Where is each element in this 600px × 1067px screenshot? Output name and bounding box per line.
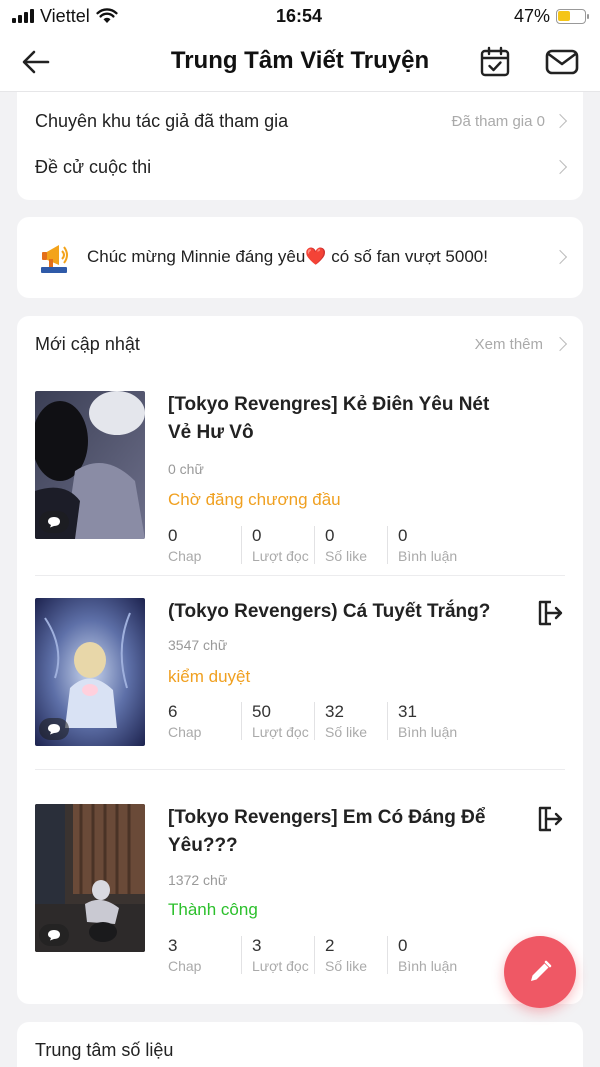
chevron-right-icon bbox=[552, 336, 568, 352]
contest-nomination-row[interactable]: Đề cử cuộc thi bbox=[35, 147, 568, 187]
withdraw-icon bbox=[538, 806, 563, 832]
notice-row: Chúc mừng Minnie đáng yêu❤️ có số fan vư… bbox=[39, 237, 568, 277]
see-more-label: Xem thêm bbox=[474, 335, 543, 353]
stat-likes: 0 Số like bbox=[314, 526, 387, 564]
notice-text: Chúc mừng Minnie đáng yêu❤️ có số fan vư… bbox=[87, 247, 488, 266]
pencil-icon bbox=[531, 960, 552, 981]
comment-bubble-icon bbox=[48, 517, 60, 528]
story-cover[interactable] bbox=[35, 391, 145, 539]
comment-badge bbox=[39, 511, 69, 533]
withdraw-button[interactable] bbox=[535, 598, 565, 628]
contest-nomination-label: Đề cử cuộc thi bbox=[35, 156, 152, 177]
divider bbox=[35, 769, 565, 770]
story-status: Chờ đăng chương đầu bbox=[168, 490, 341, 509]
data-center-title: Trung tâm số liệu bbox=[35, 1040, 174, 1060]
calendar-button[interactable] bbox=[478, 45, 512, 79]
stat-reads: 3 Lượt đọc bbox=[241, 936, 314, 974]
chevron-right-icon bbox=[552, 113, 568, 129]
stat-comments: 0 Bình luận bbox=[387, 936, 460, 974]
mail-button[interactable] bbox=[544, 45, 582, 79]
menu-card: Chuyên khu tác giả đã tham gia Đã tham g… bbox=[17, 92, 583, 200]
story-item[interactable]: [Tokyo Revengres] Kẻ Điên Yêu Nét Vẻ Hư … bbox=[35, 391, 565, 571]
comment-badge bbox=[39, 718, 69, 740]
notice-card[interactable]: Chúc mừng Minnie đáng yêu❤️ có số fan vư… bbox=[17, 217, 583, 298]
comment-bubble-icon bbox=[48, 724, 60, 735]
story-title: [Tokyo Revengres] Kẻ Điên Yêu Nét Vẻ Hư … bbox=[168, 394, 490, 443]
back-button[interactable] bbox=[20, 46, 52, 78]
carrier-group: Viettel bbox=[12, 6, 212, 27]
stat-chapters: 6 Chap bbox=[168, 702, 202, 740]
recent-updates-card: Mới cập nhật Xem thêm [Tokyo Revengres] … bbox=[17, 316, 583, 1004]
story-cover[interactable] bbox=[35, 598, 145, 746]
stat-likes: 32 Số like bbox=[314, 702, 387, 740]
write-story-fab[interactable] bbox=[504, 936, 576, 1008]
joined-zones-value: Đã tham gia 0 bbox=[451, 112, 545, 130]
signal-icon bbox=[12, 9, 34, 23]
story-status: kiểm duyệt bbox=[168, 667, 251, 686]
divider bbox=[35, 575, 565, 576]
stat-comments: 31 Bình luận bbox=[387, 702, 460, 740]
battery-icon bbox=[555, 8, 589, 24]
stat-chapters: 0 Chap bbox=[168, 526, 202, 564]
carrier-name: Viettel bbox=[40, 5, 90, 26]
battery-percent: 47% bbox=[513, 5, 550, 26]
chevron-right-icon bbox=[552, 159, 568, 175]
joined-zones-row[interactable]: Chuyên khu tác giả đã tham gia Đã tham g… bbox=[35, 101, 568, 141]
see-more-link[interactable]: Xem thêm bbox=[474, 335, 568, 353]
story-title: (Tokyo Revengers) Cá Tuyết Trắng? bbox=[168, 601, 491, 622]
story-item[interactable]: (Tokyo Revengers) Cá Tuyết Trắng? 3547 c… bbox=[35, 598, 565, 778]
story-stats: 3 Chap 3 Lượt đọc 2 Số like 0 Bình luận bbox=[168, 936, 460, 974]
story-item[interactable]: [Tokyo Revengers] Em Có Đáng Để Yêu??? 1… bbox=[35, 804, 565, 984]
recent-header: Mới cập nhật Xem thêm bbox=[35, 328, 568, 360]
stat-reads: 50 Lượt đọc bbox=[241, 702, 314, 740]
comment-badge bbox=[39, 924, 69, 946]
stat-chapters: 3 Chap bbox=[168, 936, 202, 974]
story-stats: 6 Chap 50 Lượt đọc 32 Số like 31 Bình luận bbox=[168, 702, 460, 740]
status-bar: Viettel 16:54 47% bbox=[0, 0, 600, 32]
arrow-left-icon bbox=[22, 50, 50, 74]
chevron-right-icon bbox=[552, 249, 568, 265]
story-title: [Tokyo Revengers] Em Có Đáng Để Yêu??? bbox=[168, 807, 486, 856]
mail-icon bbox=[545, 49, 579, 75]
nav-bar: Trung Tâm Viết Truyện bbox=[0, 32, 600, 92]
megaphone-icon bbox=[41, 245, 68, 273]
recent-title: Mới cập nhật bbox=[35, 333, 140, 354]
data-center-card[interactable]: Trung tâm số liệu bbox=[17, 1022, 583, 1067]
comment-bubble-icon bbox=[48, 930, 60, 941]
story-status: Thành công bbox=[168, 900, 258, 919]
withdraw-button[interactable] bbox=[535, 804, 565, 834]
joined-zones-label: Chuyên khu tác giả đã tham gia bbox=[35, 110, 289, 131]
calendar-check-icon bbox=[480, 46, 510, 77]
stat-likes: 2 Số like bbox=[314, 936, 387, 974]
story-cover[interactable] bbox=[35, 804, 145, 952]
story-word-count: 0 chữ bbox=[168, 461, 204, 477]
stat-reads: 0 Lượt đọc bbox=[241, 526, 314, 564]
story-word-count: 3547 chữ bbox=[168, 637, 228, 653]
clock: 16:54 bbox=[275, 5, 323, 26]
story-word-count: 1372 chữ bbox=[168, 872, 228, 888]
withdraw-icon bbox=[538, 600, 563, 626]
wifi-icon bbox=[96, 8, 118, 23]
story-stats: 0 Chap 0 Lượt đọc 0 Số like 0 Bình luận bbox=[168, 526, 460, 564]
stat-comments: 0 Bình luận bbox=[387, 526, 460, 564]
battery-group: 47% bbox=[386, 5, 589, 27]
